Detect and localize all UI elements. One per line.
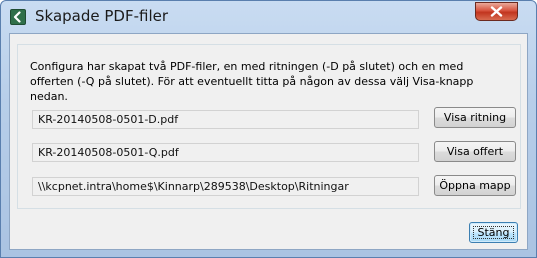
title-bar[interactable]: Skapade PDF-filer	[1, 1, 536, 33]
folder-path-field[interactable]: \\kcpnet.intra\home$\Kinnarp\289538\Desk…	[32, 177, 419, 196]
close-icon	[490, 6, 503, 17]
open-folder-button[interactable]: Öppna mapp	[434, 175, 516, 196]
show-quote-button[interactable]: Visa offert	[434, 141, 516, 162]
window-close-button[interactable]	[475, 2, 518, 21]
drawing-file-field[interactable]: KR-20140508-0501-D.pdf	[32, 110, 419, 129]
close-dialog-button[interactable]: Stäng	[469, 222, 518, 243]
quote-file-field[interactable]: KR-20140508-0501-Q.pdf	[32, 143, 419, 162]
dialog-body: Configura har skapat två PDF-filer, en m…	[9, 33, 528, 250]
info-message: Configura har skapat två PDF-filer, en m…	[30, 60, 474, 103]
files-group: Configura har skapat två PDF-filer, en m…	[17, 44, 521, 209]
show-drawing-button[interactable]: Visa ritning	[434, 107, 516, 128]
window-title: Skapade PDF-filer	[35, 7, 169, 25]
dialog-window: Skapade PDF-filer Configura har skapat t…	[0, 0, 537, 258]
focus-rectangle	[473, 226, 514, 239]
back-arrow-icon	[10, 9, 26, 25]
